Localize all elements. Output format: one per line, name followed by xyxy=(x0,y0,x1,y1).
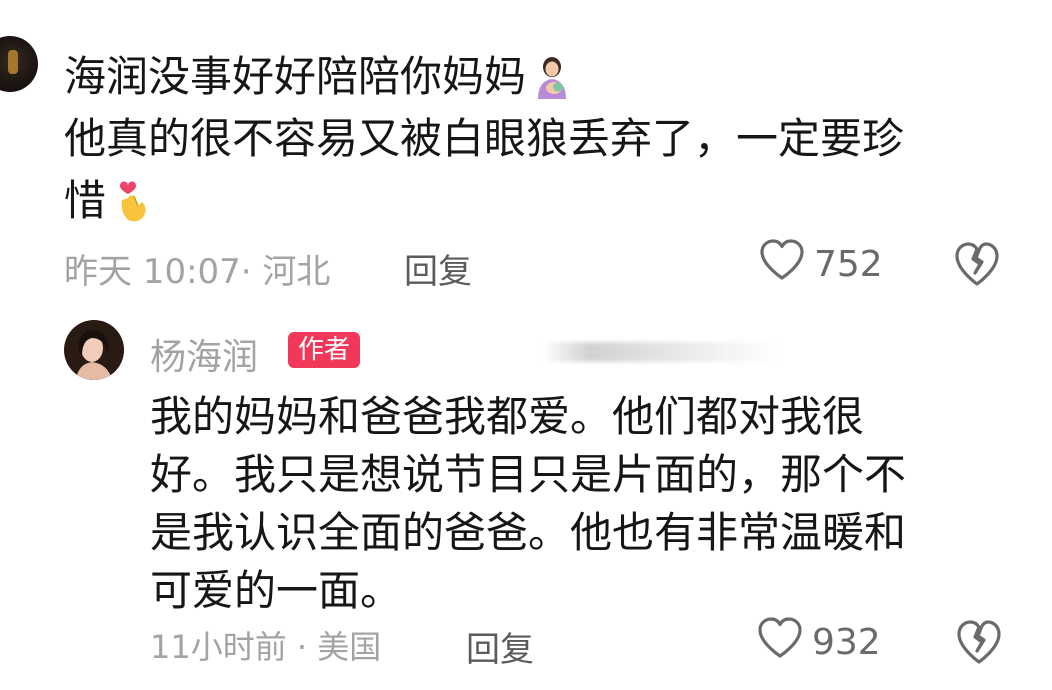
commenter-avatar[interactable] xyxy=(0,36,38,92)
broken-heart-icon[interactable] xyxy=(954,618,1004,666)
reply-like-button[interactable]: 932 xyxy=(756,616,881,668)
reply-author-name[interactable]: 杨海润 xyxy=(150,328,258,380)
mother-feeding-baby-icon xyxy=(532,54,572,99)
reply-timestamp-location: 11小时前 · 美国 xyxy=(150,628,382,666)
reply-like-count: 932 xyxy=(812,621,881,663)
reply-to-reply-button[interactable]: 回复 xyxy=(466,622,534,671)
author-badge: 作者 xyxy=(288,332,361,368)
like-button[interactable]: 752 xyxy=(758,238,883,290)
reply-line: 我的妈妈和爸爸我都爱。他们都对我很 xyxy=(150,392,865,441)
comment-timestamp-location: 昨天 10:07· 河北 xyxy=(64,252,331,292)
finger-heart-icon xyxy=(112,176,152,224)
heart-outline-icon xyxy=(756,616,804,668)
reply-line: 是我认识全面的爸爸。他也有非常温暖和 xyxy=(150,508,907,557)
comment-meta-row: 昨天 10:07· 河北 回复 752 xyxy=(64,238,1024,293)
reply-line: 好。我只是想说节目只是片面的，那个不 xyxy=(150,450,907,499)
reply-meta-row: 11小时前 · 美国 回复 932 xyxy=(150,616,1030,671)
comment-body: 海润没事好好陪陪你妈妈 他真的很不容易又被白眼狼丢弃了，一定要珍 惜 xyxy=(64,46,1004,232)
reply-body: 我的妈妈和爸爸我都爱。他们都对我很 好。我只是想说节目只是片面的，那个不 是我认… xyxy=(150,388,1010,620)
comment-line: 他真的很不容易又被白眼狼丢弃了，一定要珍 xyxy=(64,114,905,163)
reply-button[interactable]: 回复 xyxy=(404,244,472,293)
reply-author-row: 杨海润 作者 xyxy=(150,328,850,378)
broken-heart-icon[interactable] xyxy=(952,240,1002,288)
heart-outline-icon xyxy=(758,238,806,291)
like-count: 752 xyxy=(814,243,883,285)
reply-line: 可爱的一面。 xyxy=(150,566,403,615)
comment-line: 惜 xyxy=(64,170,1004,232)
comment-line: 海润没事好好陪陪你妈妈 xyxy=(64,46,1004,108)
blurred-watermark xyxy=(542,342,778,362)
author-avatar[interactable] xyxy=(64,320,124,380)
